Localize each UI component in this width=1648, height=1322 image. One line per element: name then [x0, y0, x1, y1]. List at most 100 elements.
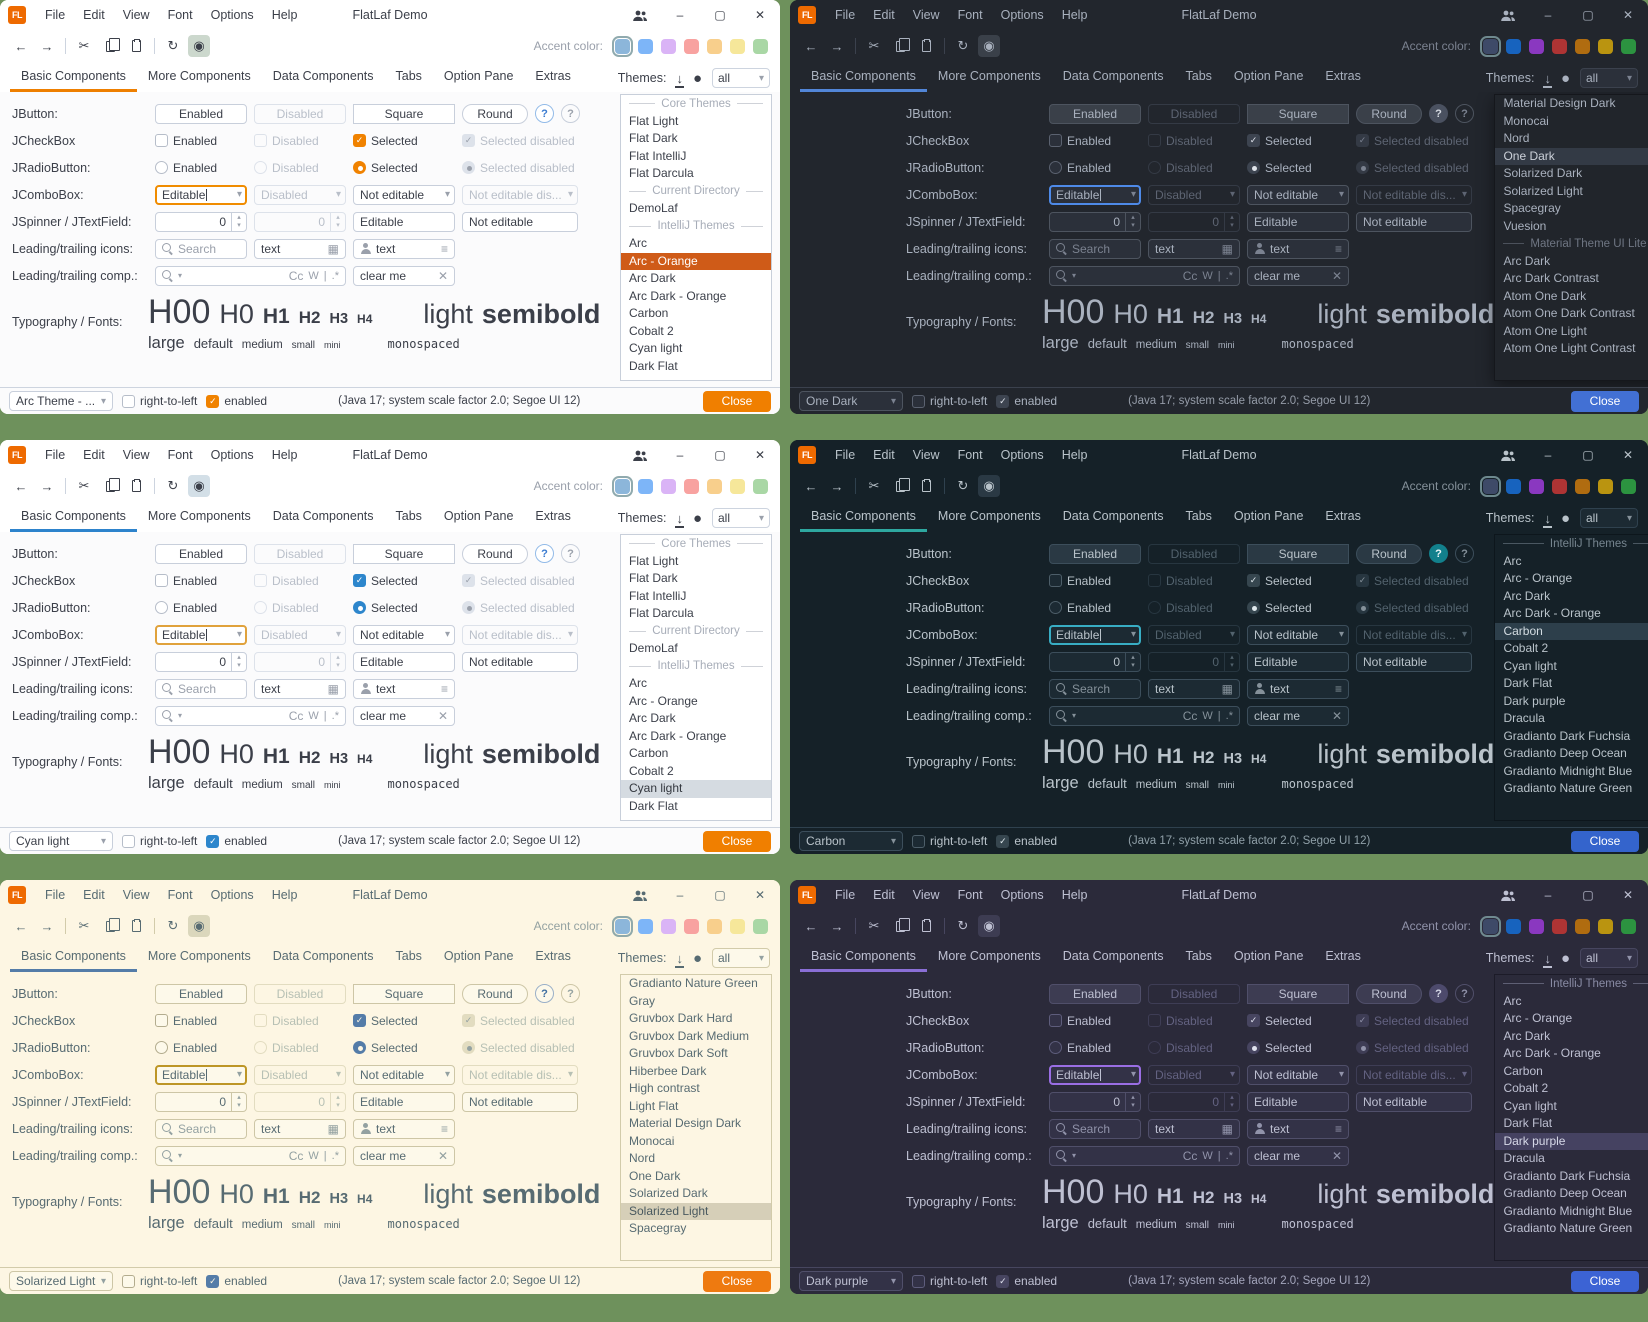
- radio-enabled[interactable]: Enabled: [1049, 601, 1141, 615]
- tab-tabs[interactable]: Tabs: [385, 62, 433, 92]
- maximize-button[interactable]: ▢: [1568, 0, 1608, 30]
- clear-icon[interactable]: ✕: [438, 1149, 448, 1163]
- refresh-icon[interactable]: ↻: [162, 475, 184, 497]
- text-input-calendar[interactable]: text ▦: [1148, 679, 1240, 699]
- help-button[interactable]: ?: [535, 984, 554, 1003]
- menu-view[interactable]: View: [114, 0, 159, 30]
- back-icon[interactable]: ←: [10, 475, 32, 497]
- regex-icon[interactable]: .*: [332, 710, 339, 722]
- themes-filter-combobox[interactable]: all ▾: [1580, 68, 1638, 88]
- refresh-icon[interactable]: ↻: [952, 915, 974, 937]
- cut-icon[interactable]: ✂: [73, 35, 95, 57]
- combobox-not-editable[interactable]: Not editable ▾: [1247, 185, 1349, 205]
- tab-basic-components[interactable]: Basic Components: [800, 502, 927, 532]
- right-to-left-checkbox[interactable]: right-to-left: [122, 1274, 197, 1288]
- theme-list-item[interactable]: Dark Flat: [621, 798, 771, 816]
- menu-view[interactable]: View: [904, 440, 949, 470]
- accent-swatch-4[interactable]: [684, 919, 699, 934]
- table-icon[interactable]: ▦: [328, 682, 339, 696]
- tab-data-components[interactable]: Data Components: [262, 62, 385, 92]
- menu-help[interactable]: Help: [1053, 880, 1097, 910]
- radio-selected[interactable]: Selected: [1247, 161, 1349, 175]
- theme-list-item[interactable]: Dark Flat: [1495, 675, 1648, 693]
- enabled-checkbox[interactable]: ✓enabled: [996, 394, 1057, 408]
- theme-list-item[interactable]: Flat Darcula: [621, 165, 771, 183]
- titlebar[interactable]: FL FileEditViewFontOptionsHelp FlatLaf D…: [0, 0, 780, 30]
- round-button[interactable]: Round: [1356, 104, 1422, 124]
- accent-swatch-3[interactable]: [1529, 39, 1544, 54]
- menu-file[interactable]: File: [826, 880, 864, 910]
- themes-filter-combobox[interactable]: all ▾: [1580, 948, 1638, 968]
- download-themes-icon[interactable]: ↓: [676, 952, 683, 965]
- minimize-button[interactable]: –: [660, 0, 700, 30]
- theme-combobox[interactable]: Arc Theme - ... ▾: [9, 391, 113, 411]
- theme-list-item-selected[interactable]: Dark purple: [1495, 1133, 1648, 1151]
- theme-list-item[interactable]: Arc - Orange: [1495, 1010, 1648, 1028]
- forward-icon[interactable]: →: [36, 475, 58, 497]
- tab-tabs[interactable]: Tabs: [385, 942, 433, 972]
- eye-toggle-icon[interactable]: ◉: [978, 35, 1000, 57]
- clear-me-input[interactable]: clear me ✕: [1247, 706, 1349, 726]
- search-with-options-input[interactable]: ▾ Cc W | .*: [1049, 706, 1240, 726]
- theme-list-item[interactable]: Gruvbox Dark Hard: [621, 1010, 771, 1028]
- accent-swatch-7[interactable]: [753, 39, 768, 54]
- round-button[interactable]: Round: [1356, 984, 1422, 1004]
- themes-list[interactable]: Core ThemesFlat LightFlat DarkFlat Intel…: [620, 94, 772, 381]
- whole-word-icon[interactable]: W: [308, 1150, 318, 1162]
- users-icon[interactable]: [1488, 0, 1528, 30]
- square-button[interactable]: Square: [1247, 544, 1349, 564]
- close-button[interactable]: Close: [1571, 391, 1639, 412]
- github-icon[interactable]: ●: [1561, 951, 1570, 966]
- cut-icon[interactable]: ✂: [73, 915, 95, 937]
- download-themes-icon[interactable]: ↓: [676, 72, 683, 85]
- help-button-secondary[interactable]: ?: [1455, 104, 1474, 123]
- theme-list-item[interactable]: Arc: [1495, 993, 1648, 1011]
- right-to-left-checkbox[interactable]: right-to-left: [912, 1274, 987, 1288]
- theme-list-item-selected[interactable]: Carbon: [1495, 623, 1648, 641]
- theme-list-item[interactable]: Gradianto Deep Ocean: [1495, 745, 1648, 763]
- theme-list-item[interactable]: One Dark: [621, 1168, 771, 1186]
- paste-icon[interactable]: [915, 915, 937, 937]
- checkbox-enabled[interactable]: Enabled: [1049, 134, 1141, 148]
- theme-list-item[interactable]: Solarized Light: [1495, 183, 1648, 201]
- theme-list-item[interactable]: Arc Dark: [621, 710, 771, 728]
- theme-list-item[interactable]: Atom One Dark Contrast: [1495, 305, 1648, 323]
- menu-file[interactable]: File: [36, 0, 74, 30]
- radio-enabled[interactable]: Enabled: [1049, 1041, 1141, 1055]
- help-button-secondary[interactable]: ?: [561, 104, 580, 123]
- download-themes-icon[interactable]: ↓: [1544, 952, 1551, 965]
- tab-option-pane[interactable]: Option Pane: [433, 62, 525, 92]
- forward-icon[interactable]: →: [826, 915, 848, 937]
- theme-list-item[interactable]: Cobalt 2: [621, 323, 771, 341]
- tab-option-pane[interactable]: Option Pane: [1223, 502, 1315, 532]
- users-icon[interactable]: [620, 440, 660, 470]
- theme-list-item[interactable]: Flat Dark: [621, 130, 771, 148]
- text-input-calendar[interactable]: text ▦: [1148, 1119, 1240, 1139]
- help-button[interactable]: ?: [535, 544, 554, 563]
- theme-list-item[interactable]: Light Flat: [621, 1098, 771, 1116]
- theme-list-item[interactable]: Atom One Light: [1495, 323, 1648, 341]
- match-case-icon[interactable]: Cc: [289, 269, 304, 283]
- tab-more-components[interactable]: More Components: [927, 502, 1052, 532]
- theme-list-item[interactable]: Cyan light: [1495, 658, 1648, 676]
- theme-list-item[interactable]: Arc Dark: [1495, 1028, 1648, 1046]
- theme-list-item[interactable]: Flat Darcula: [621, 605, 771, 623]
- close-window-button[interactable]: ✕: [1608, 440, 1648, 470]
- tab-basic-components[interactable]: Basic Components: [800, 62, 927, 92]
- eye-toggle-icon[interactable]: ◉: [978, 915, 1000, 937]
- accent-swatch-2[interactable]: [1506, 479, 1521, 494]
- tab-option-pane[interactable]: Option Pane: [433, 942, 525, 972]
- theme-list-item[interactable]: Gradianto Midnight Blue: [1495, 763, 1648, 781]
- checkbox-selected[interactable]: ✓Selected: [1247, 1014, 1349, 1028]
- combobox-editable[interactable]: Editable ▾: [1049, 185, 1141, 205]
- accent-swatch-2[interactable]: [1506, 919, 1521, 934]
- tab-data-components[interactable]: Data Components: [1052, 62, 1175, 92]
- close-window-button[interactable]: ✕: [740, 440, 780, 470]
- copy-icon[interactable]: [99, 475, 121, 497]
- textfield-editable[interactable]: Editable: [1247, 652, 1349, 672]
- forward-icon[interactable]: →: [36, 35, 58, 57]
- maximize-button[interactable]: ▢: [700, 0, 740, 30]
- accent-swatch-4[interactable]: [684, 479, 699, 494]
- regex-icon[interactable]: .*: [1226, 710, 1233, 722]
- text-input-calendar[interactable]: text ▦: [254, 239, 346, 259]
